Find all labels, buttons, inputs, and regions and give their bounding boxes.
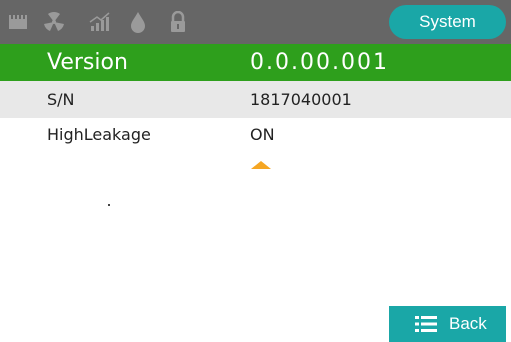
row-label: S/N bbox=[47, 90, 75, 109]
row-value: 1817040001 bbox=[250, 90, 352, 109]
row-label: Version bbox=[47, 50, 128, 75]
row-value: 0.0.00.001 bbox=[250, 50, 389, 75]
settings-row-version[interactable]: Version 0.0.00.001 bbox=[0, 44, 511, 81]
water-drop-icon bbox=[126, 10, 150, 34]
menu-list-icon bbox=[415, 316, 437, 332]
memory-card-icon bbox=[6, 10, 30, 34]
lock-icon bbox=[166, 10, 190, 34]
row-value: ON bbox=[250, 125, 275, 144]
back-button[interactable]: Back bbox=[389, 306, 506, 342]
top-status-bar: System bbox=[0, 0, 511, 44]
row-label: HighLeakage bbox=[47, 125, 151, 144]
caret-up-icon[interactable] bbox=[251, 161, 271, 169]
system-button[interactable]: System bbox=[389, 5, 506, 39]
settings-row-high-leakage[interactable]: HighLeakage ON bbox=[0, 118, 511, 151]
settings-row-serial-number[interactable]: S/N 1817040001 bbox=[0, 81, 511, 118]
signal-chart-icon bbox=[88, 10, 112, 34]
back-label: Back bbox=[449, 314, 487, 333]
radiation-icon bbox=[42, 10, 66, 34]
stray-dot bbox=[108, 204, 110, 206]
